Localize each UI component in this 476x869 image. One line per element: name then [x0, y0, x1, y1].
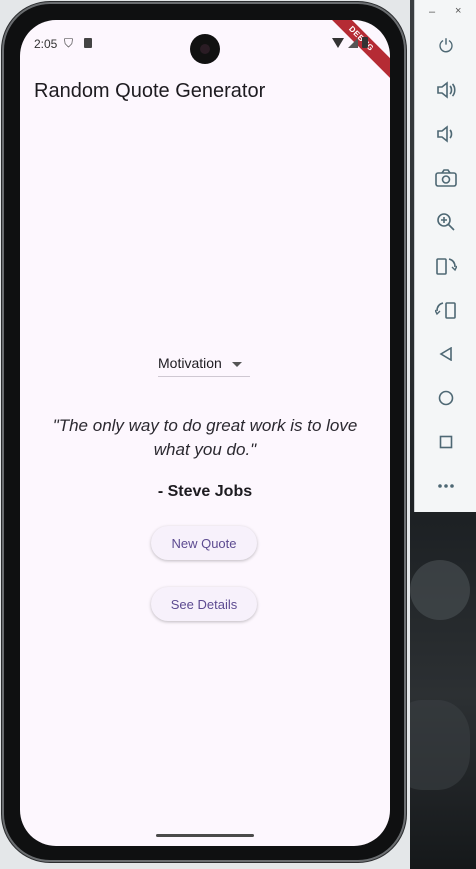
camera-icon[interactable]: [433, 165, 459, 191]
signal-icon: [348, 37, 358, 48]
minimize-button[interactable]: –: [429, 6, 435, 18]
camera-cutout: [190, 34, 220, 64]
home-icon[interactable]: [433, 385, 459, 411]
sd-card-icon: [84, 38, 92, 48]
status-time: 2:05: [34, 37, 58, 51]
rotate-right-icon[interactable]: [433, 297, 459, 323]
dropdown-arrow-icon: [231, 361, 242, 367]
quote-author: - Steve Jobs: [157, 483, 253, 500]
close-button[interactable]: ×: [455, 5, 461, 17]
quote-text: "The only way to do great work is to lov…: [52, 416, 358, 459]
phone-emulator: DEBUG 2:05 ⛉ Random Quote Generator Moti…: [0, 0, 410, 869]
back-icon[interactable]: [433, 341, 459, 367]
toolbar-window-controls: – ×: [415, 4, 476, 20]
wifi-icon: [332, 37, 344, 48]
new-quote-button[interactable]: New Quote: [151, 526, 257, 560]
see-details-button[interactable]: See Details: [151, 587, 257, 621]
phone-frame: DEBUG 2:05 ⛉ Random Quote Generator Moti…: [2, 2, 406, 862]
category-dropdown[interactable]: Motivation: [158, 350, 250, 377]
phone-screen: DEBUG 2:05 ⛉ Random Quote Generator Moti…: [20, 20, 390, 846]
volume-down-icon[interactable]: [433, 121, 459, 147]
status-indicators: [332, 37, 368, 48]
rotate-left-icon[interactable]: [433, 253, 459, 279]
volume-up-icon[interactable]: [433, 77, 459, 103]
more-icon[interactable]: [433, 473, 459, 499]
dropdown-selected-value: Motivation: [158, 355, 222, 371]
overview-icon[interactable]: [433, 429, 459, 455]
shield-icon: ⛉: [64, 36, 74, 50]
power-icon[interactable]: ⏻: [433, 33, 459, 59]
zoom-icon[interactable]: [433, 209, 459, 235]
home-indicator[interactable]: [156, 834, 254, 837]
battery-icon: [362, 37, 368, 48]
background-shape: [410, 560, 470, 620]
app-title: Random Quote Generator: [34, 80, 266, 102]
emulator-toolbar: – × ⏻: [414, 0, 476, 512]
